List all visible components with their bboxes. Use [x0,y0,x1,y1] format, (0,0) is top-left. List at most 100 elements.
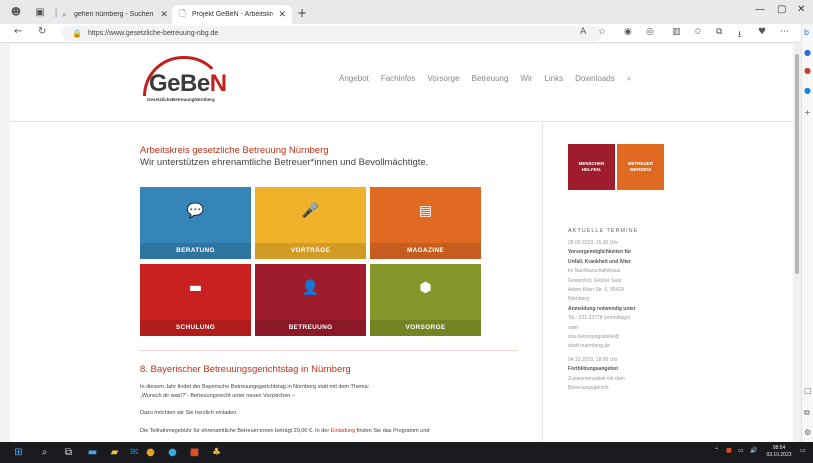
sidebar-share-icon[interactable]: ⧉ [804,408,810,418]
more-menu-icon[interactable]: ⋯ [780,27,789,37]
extension-2-icon[interactable]: ◎ [646,27,654,37]
taskbar-mail-icon[interactable]: ✉ [128,446,141,459]
nav-item-fachinfos[interactable]: Fachinfos [381,74,416,84]
tray-chevron-icon[interactable]: ⌃ [714,447,719,454]
event-line: 04.10.2023, 18:00 Uhr [568,356,618,363]
betreuer-werden-button[interactable]: BETREUER WERDEN! [617,144,664,190]
read-aloud-icon[interactable]: A [580,27,586,37]
termine-heading: AKTUELLE TERMINE [568,228,639,234]
taskbar-app-icon[interactable]: ▬ [86,446,99,459]
edge-icon[interactable]: ● [166,446,179,459]
taskbar-app-2-icon[interactable]: ■ [188,446,201,459]
lectern-icon: 🎤 [301,203,320,219]
sidebar-search-icon[interactable]: ● [804,48,811,57]
tab-search[interactable]: ⌕ gehen nürnberg - Suchen ✕ [54,5,174,24]
nav-item-wir[interactable]: Wir [520,74,532,84]
tile-label: SCHULUNG [140,320,251,336]
event-line: stadt.nuernberg.de [568,343,610,350]
split-screen-icon[interactable]: ▥ [672,27,681,37]
collections-icon[interactable]: ⧉ [716,27,722,37]
intro-subtitle: Wir unterstützen ehrenamtliche Betreuer*… [140,157,429,168]
tile-label: MAGAZINE [370,243,481,259]
new-tab-button[interactable]: + [297,6,307,20]
tile-vortraege[interactable]: 🎤 VORTRÄGE [255,187,366,259]
tab-strip: ☻ ▣ | ⌕ gehen nürnberg - Suchen ✕ 🗋 Proj… [0,0,813,24]
refresh-icon[interactable]: ↻ [38,26,46,37]
favorites-icon[interactable]: ✩ [694,27,702,37]
close-tab-icon[interactable]: ✕ [160,10,168,20]
event-line: im Nachbarschaftshaus [568,268,621,275]
tile-betreuung[interactable]: 👤 BETREUUNG [255,264,366,336]
header-divider [10,121,793,122]
sidebar-panel-icon[interactable]: ▢ [804,386,812,395]
tile-magazine[interactable]: ▤ MAGAZINE [370,187,481,259]
browser-window: ☻ ▣ | ⌕ gehen nürnberg - Suchen ✕ 🗋 Proj… [0,0,813,463]
task-view-icon[interactable]: ⧉ [62,446,75,459]
tab-gebEn[interactable]: 🗋 Projekt GeBeN - Arbeitskreis ges ✕ [172,5,292,24]
search-icon[interactable]: ⌕ [627,74,631,84]
event-line: sha-betreuungsstelle@ [568,334,620,340]
sidebar-add-icon[interactable]: + [804,108,811,117]
page-scrollbar[interactable] [793,44,801,442]
close-tab-icon[interactable]: ✕ [278,10,286,20]
download-icon[interactable]: ⭳ [738,27,741,43]
tile-schulung[interactable]: ▬ SCHULUNG [140,264,251,336]
nav-item-links[interactable]: Links [544,74,563,84]
article-title[interactable]: 8. Bayerischer Betreuungsgerichtstag in … [140,364,351,375]
event-line: oder: [568,324,580,331]
box-icon: ⬢ [419,280,432,296]
back-icon[interactable]: ← [14,26,22,37]
nav-item-betreuung[interactable]: Betreuung [472,74,509,84]
main-navigation: Angebot Fachinfos Vorsorge Betreuung Wir… [339,74,631,84]
taskbar-search-icon[interactable]: ⌕ [38,446,51,459]
tile-beratung[interactable]: 💬 BERATUNG [140,187,251,259]
taskbar-app-3-icon[interactable]: ♣ [210,446,223,459]
event-line: Anmeldung notwendig unter [568,305,636,312]
close-window-button[interactable]: ✕ [797,4,805,15]
page-favicon-icon: 🗋 [179,8,186,18]
favorite-star-icon[interactable]: ☆ [598,27,606,37]
file-explorer-icon[interactable]: ▰ [108,446,121,459]
start-icon[interactable]: ⊞ [12,446,25,459]
event-line: Fortbildungsangebot [568,366,618,373]
url-text[interactable]: https://www.gesetzliche-betreuung-nbg.de [88,30,218,37]
minimize-button[interactable]: — [755,4,765,15]
event-line: 28.09.2023, 15.30 Uhr [568,240,618,246]
site-logo[interactable]: GeBeN GesetzlicheBetreuungNürnberg [141,56,231,104]
extension-icon[interactable]: ◉ [624,27,632,37]
lock-icon[interactable]: 🔒 [72,29,82,38]
event-line: Betreuungsgericht [568,385,609,391]
sidebar-tools-icon[interactable]: ● [804,66,811,75]
nav-item-downloads[interactable]: Downloads [575,74,615,84]
profile-icon[interactable]: ☻ [10,6,22,18]
search-favicon-icon: ⌕ [62,9,67,19]
column-divider [542,122,543,442]
scrollbar-thumb[interactable] [795,54,799,274]
bing-icon[interactable]: b [804,28,809,37]
notification-icon[interactable]: ▭ [800,447,806,454]
address-toolbar: ← ↻ 🔒 https://www.gesetzliche-betreuung-… [0,24,813,43]
chrome-icon[interactable]: ● [144,446,157,459]
volume-icon[interactable]: 🔊 [750,447,757,454]
event-line: Vorsorgemöglichkeiten für [568,249,632,256]
magazine-icon: ▤ [418,203,433,219]
copilot-icon[interactable]: ♥ [758,27,766,37]
person-icon: 👤 [301,280,320,296]
tray-app-icon[interactable]: ■ [726,447,732,454]
event-line: Adam-Klein-Str. 6, 90429 [568,287,624,293]
workspaces-icon[interactable]: ▣ [34,6,46,18]
event-line: Unfall, Krankheit und Alter [568,258,631,265]
einladung-link[interactable]: Einladung [331,428,355,434]
tile-vorsorge[interactable]: ⬢ VORSORGE [370,264,481,336]
maximize-button[interactable]: ▢ [777,4,786,15]
sidebar-outlook-icon[interactable]: ● [804,86,811,95]
network-icon[interactable]: ▭ [738,447,744,454]
address-bar[interactable]: 🔒 https://www.gesetzliche-betreuung-nbg.… [62,26,602,41]
edge-sidebar: b ● ● ● + ▢ ⧉ ⚙ [801,24,813,442]
nav-item-angebot[interactable]: Angebot [339,74,369,84]
system-clock[interactable]: 08:54 03.10.2023 [766,445,792,459]
sidebar-settings-icon[interactable]: ⚙ [804,428,811,437]
menschen-helfen-button[interactable]: MENSCHEN HELFEN. [568,144,615,190]
nav-item-vorsorge[interactable]: Vorsorge [428,74,460,84]
tile-label: VORSORGE [370,320,481,336]
